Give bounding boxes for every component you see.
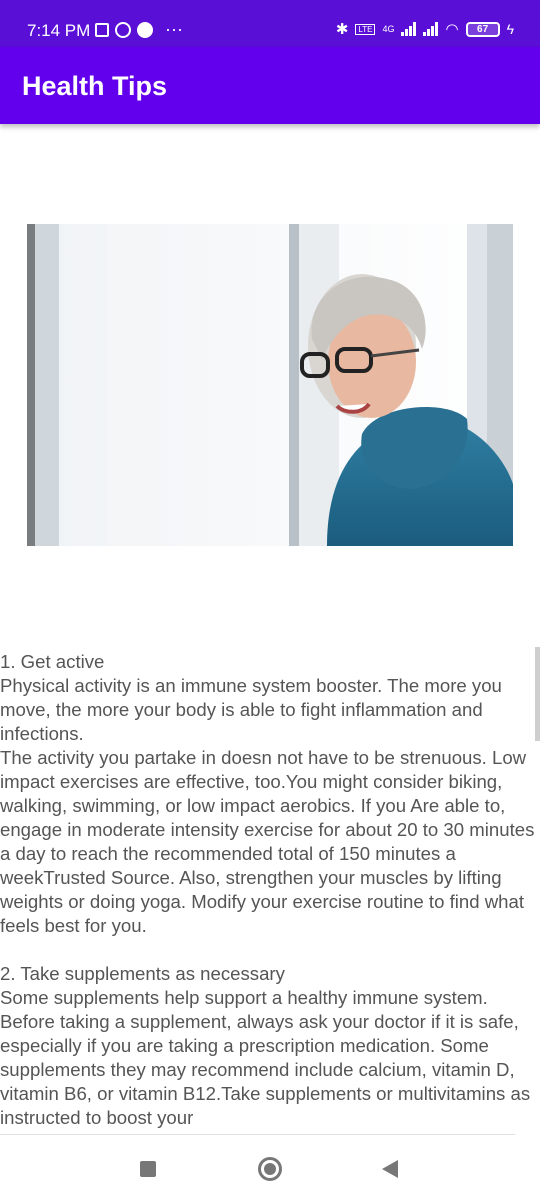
- charging-icon: ϟ: [506, 21, 514, 37]
- navigation-bar: [0, 1138, 540, 1200]
- home-button[interactable]: [230, 1138, 310, 1200]
- page-title: Health Tips: [22, 71, 168, 101]
- tip-heading: 1. Get active: [0, 651, 105, 672]
- volte-icon: LTE: [355, 23, 376, 35]
- status-right-icons: ✱ LTE 4G ◠ 67 ϟ: [336, 20, 514, 38]
- tips-content: 1. Get active Physical activity is an im…: [0, 650, 540, 1128]
- app-bar: Health Tips: [0, 47, 540, 124]
- battery-level: 67: [477, 23, 489, 35]
- scrollbar[interactable]: [535, 647, 540, 741]
- network-type: 4G: [382, 24, 395, 34]
- tip-heading: 2. Take supplements as necessary: [0, 963, 285, 984]
- bluetooth-icon: ✱: [335, 21, 349, 38]
- whatsapp-icon: [115, 21, 131, 38]
- signal-icon: [401, 22, 417, 36]
- battery-icon: 67: [465, 21, 500, 37]
- home-icon: [258, 1157, 282, 1181]
- more-dots-icon: ···: [165, 19, 183, 39]
- recent-apps-button[interactable]: [108, 1138, 188, 1200]
- back-icon: [382, 1160, 398, 1178]
- status-time: 7:14 PM: [27, 21, 91, 40]
- document-icon: [95, 22, 109, 37]
- divider: [0, 1134, 515, 1135]
- hero-image: [27, 224, 513, 546]
- app-icon: [137, 21, 153, 38]
- wifi-icon: ◠: [445, 21, 459, 38]
- recent-apps-icon: [140, 1161, 156, 1177]
- tip-body: Some supplements help support a healthy …: [0, 987, 531, 1128]
- elderly-woman-photo: [27, 224, 513, 546]
- back-button[interactable]: [350, 1138, 430, 1200]
- tip-body: Physical activity is an immune system bo…: [0, 675, 535, 936]
- status-bar: 7:14 PM ··· ✱ LTE 4G ◠ 67 ϟ: [0, 0, 540, 47]
- status-left-icons: ···: [95, 19, 183, 40]
- signal-icon-2: [423, 22, 439, 36]
